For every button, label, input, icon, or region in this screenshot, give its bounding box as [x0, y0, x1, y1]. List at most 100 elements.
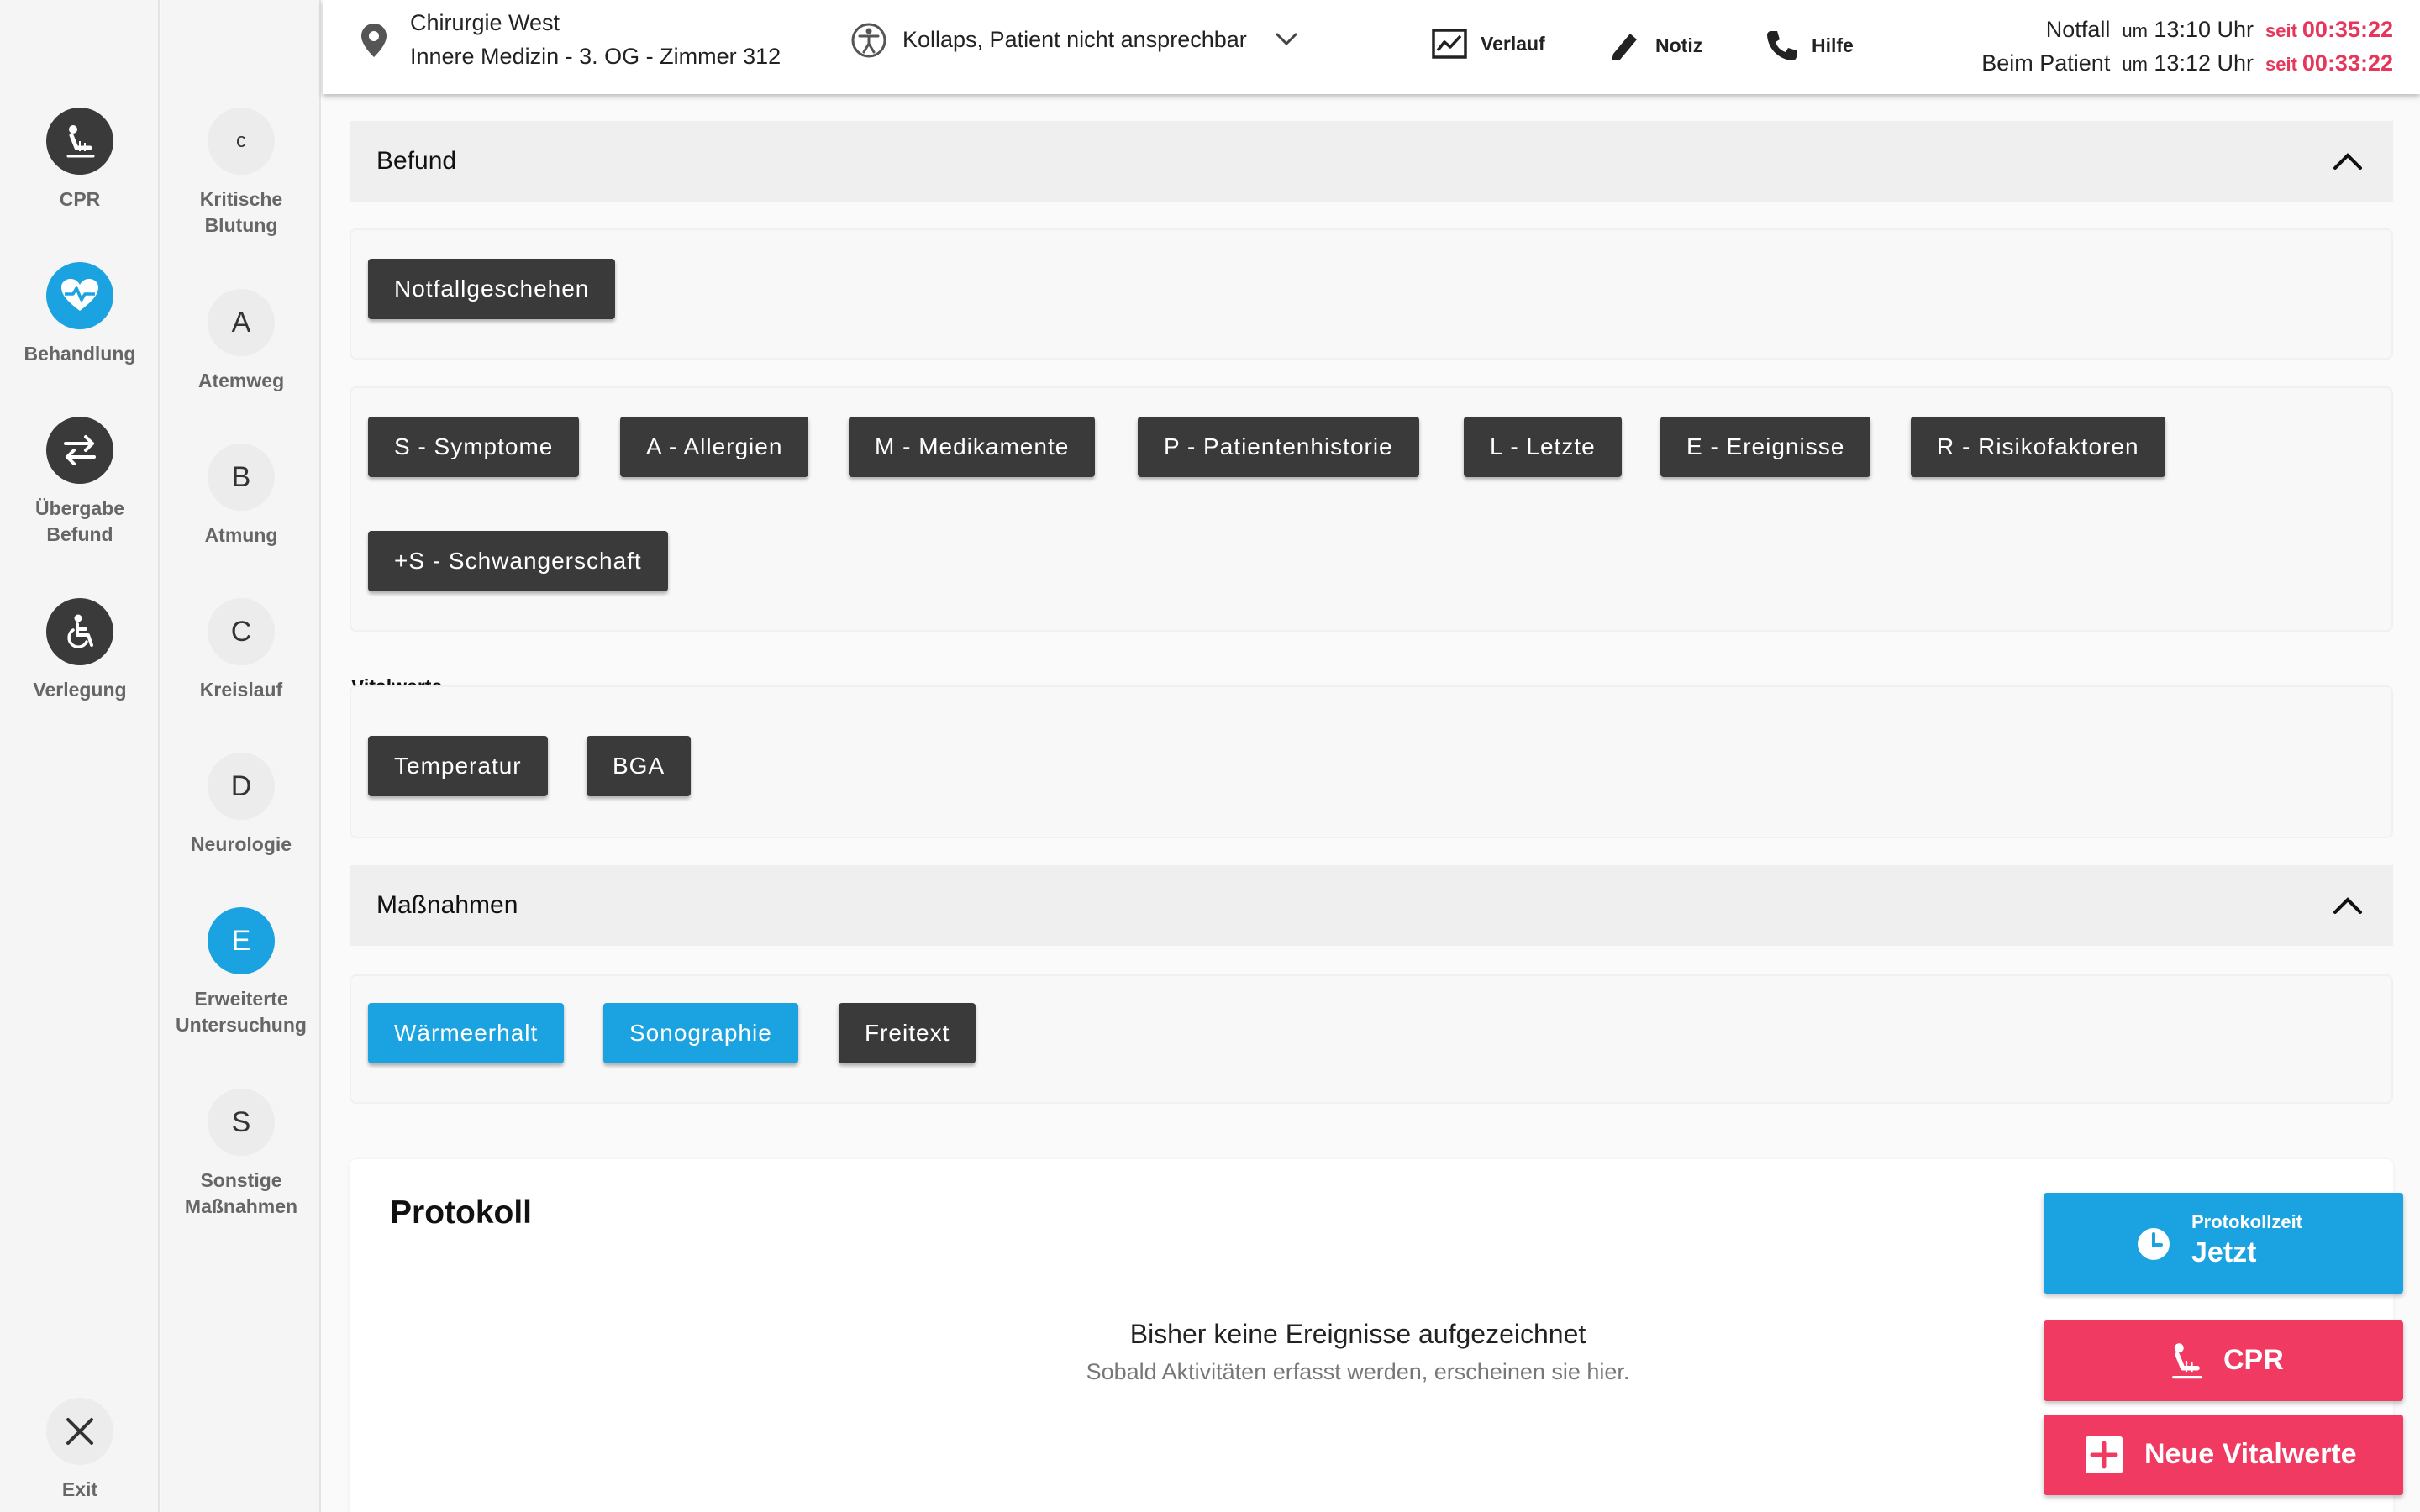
abcde-item-erweiterte-untersuchung[interactable]: E Erweiterte Untersuchung [161, 907, 321, 1038]
sampler-risikofaktoren-button[interactable]: R - Risikofaktoren [1911, 417, 2165, 477]
notfall-label: Notfall [2045, 17, 2111, 42]
wheelchair-icon [67, 614, 93, 648]
sampler-patientenhistorie-button[interactable]: P - Patientenhistorie [1138, 417, 1419, 477]
protokollzeit-button[interactable]: Protokollzeit Jetzt [2044, 1193, 2403, 1294]
bga-button[interactable]: BGA [587, 736, 692, 796]
verlauf-button[interactable]: Verlauf [1432, 29, 1545, 59]
verlauf-label: Verlauf [1481, 32, 1545, 55]
abcde-letter: B [208, 444, 275, 511]
notfall-um: um [2122, 20, 2148, 41]
hilfe-label: Hilfe [1812, 34, 1854, 56]
waermeerhalt-button[interactable]: Wärmeerhalt [368, 1003, 565, 1063]
abcde-label: Kreislauf [199, 679, 283, 701]
rail-item-label: Übergabe Befund [34, 497, 125, 545]
cpr-start-label: CPR [2223, 1344, 2284, 1376]
abcde-item-atmung[interactable]: B Atmung [161, 444, 321, 549]
abcde-item-sonstige-massnahmen[interactable]: S Sonstige Maßnahmen [161, 1089, 321, 1220]
massnahmen-title: Maßnahmen [376, 891, 518, 919]
chevron-up-icon[interactable] [2333, 894, 2363, 917]
rail-item-label: Verlegung [33, 679, 127, 701]
patient-time: 13:12 Uhr [2154, 50, 2254, 76]
abcde-label: Atemweg [197, 370, 285, 391]
notiz-button[interactable]: Notiz [1608, 29, 1702, 62]
sampler-panel: S - Symptome A - Allergien M - Medikamen… [350, 386, 2393, 632]
protokollzeit-label: Protokollzeit [2191, 1211, 2303, 1232]
abcde-nav: c Kritische Blutung A Atemweg B Atmung C… [161, 0, 321, 1512]
exit-label: Exit [61, 1478, 98, 1500]
notfall-time-row: Notfall um 13:10 Uhr seit 00:35:22 [2046, 17, 2393, 43]
neue-vitalwerte-button[interactable]: Neue Vitalwerte [2044, 1415, 2403, 1495]
abcde-label: Sonstige Maßnahmen [184, 1169, 298, 1217]
abcde-label: Neurologie [190, 833, 292, 855]
rail-item-verlegung[interactable]: Verlegung [0, 598, 160, 703]
chevron-up-icon[interactable] [2333, 150, 2363, 173]
case-description[interactable]: Kollaps, Patient nicht ansprechbar [902, 27, 1247, 53]
chevron-down-icon[interactable] [1274, 27, 1299, 52]
pencil-icon [1612, 34, 1637, 60]
notfallgeschehen-panel: Notfallgeschehen [350, 228, 2393, 360]
notfall-duration: 00:35:22 [2302, 17, 2393, 42]
rail-item-cpr[interactable]: CPR [0, 108, 160, 213]
sonographie-button[interactable]: Sonographie [603, 1003, 798, 1063]
abcde-item-kreislauf[interactable]: C Kreislauf [161, 598, 321, 703]
clock-icon [2138, 1228, 2170, 1260]
heart-pulse-icon [61, 279, 98, 311]
protokollzeit-value: Jetzt [2191, 1236, 2257, 1268]
befund-section-header[interactable]: Befund [350, 121, 2393, 202]
notiz-label: Notiz [1655, 34, 1703, 56]
freitext-button[interactable]: Freitext [839, 1003, 976, 1063]
abcde-letter: E [208, 907, 275, 974]
close-icon [66, 1418, 93, 1445]
massnahmen-section-header[interactable]: Maßnahmen [350, 865, 2393, 946]
sampler-medikamente-button[interactable]: M - Medikamente [849, 417, 1096, 477]
notfallgeschehen-button[interactable]: Notfallgeschehen [368, 259, 616, 319]
abcde-letter: A [208, 289, 275, 356]
vitalwerte-panel: Temperatur BGA [350, 685, 2393, 838]
swap-arrows-icon [64, 435, 96, 465]
sampler-letzte-button[interactable]: L - Letzte [1464, 417, 1622, 477]
notfall-seit: seit [2265, 20, 2297, 41]
abcde-letter: D [208, 753, 275, 820]
patient-duration: 00:33:22 [2302, 50, 2393, 76]
rail-item-label: Behandlung [24, 343, 136, 365]
location-pin-icon [361, 24, 387, 57]
top-bar: Chirurgie West Innere Medizin - 3. OG - … [323, 0, 2420, 94]
sampler-schwangerschaft-button[interactable]: +S - Schwangerschaft [368, 531, 668, 591]
rail-item-uebergabe[interactable]: Übergabe Befund [0, 417, 160, 548]
plus-box-icon [2086, 1436, 2123, 1473]
abcde-letter: C [208, 598, 275, 665]
befund-title: Befund [376, 147, 457, 175]
cpr-icon [2172, 1343, 2203, 1379]
abcde-item-neurologie[interactable]: D Neurologie [161, 753, 321, 858]
exit-button[interactable]: Exit [0, 1398, 160, 1503]
patient-seit: seit [2265, 54, 2297, 75]
body-figure-icon [851, 23, 886, 58]
abcde-item-atemweg[interactable]: A Atemweg [161, 289, 321, 394]
cpr-icon [66, 125, 95, 158]
cpr-start-button[interactable]: CPR [2044, 1320, 2403, 1401]
sampler-symptome-button[interactable]: S - Symptome [368, 417, 580, 477]
neue-vitalwerte-label: Neue Vitalwerte [2144, 1438, 2357, 1470]
temperatur-button[interactable]: Temperatur [368, 736, 548, 796]
rail-item-label: CPR [59, 188, 101, 210]
patient-um: um [2122, 54, 2148, 75]
abcde-label: Erweiterte Untersuchung [176, 988, 307, 1036]
abcde-letter: S [208, 1089, 275, 1156]
location-department: Chirurgie West [410, 10, 560, 35]
chart-line-icon [1432, 29, 1467, 59]
abcde-item-kritische-blutung[interactable]: c Kritische Blutung [161, 108, 321, 239]
hilfe-button[interactable]: Hilfe [1765, 29, 1854, 62]
sampler-allergien-button[interactable]: A - Allergien [620, 417, 809, 477]
massnahmen-panel: Wärmeerhalt Sonographie Freitext [350, 974, 2393, 1104]
location-room: Innere Medizin - 3. OG - Zimmer 312 [410, 44, 781, 69]
abcde-label: Kritische Blutung [199, 188, 283, 236]
patient-label: Beim Patient [1981, 50, 2111, 76]
sampler-ereignisse-button[interactable]: E - Ereignisse [1660, 417, 1871, 477]
rail-item-behandlung[interactable]: Behandlung [0, 262, 160, 367]
phone-icon [1767, 31, 1797, 60]
notfall-time: 13:10 Uhr [2154, 17, 2254, 42]
protokoll-title: Protokoll [390, 1194, 533, 1231]
main-nav-rail: CPR Behandlung Übergabe Befund Verlegung… [0, 0, 160, 1512]
abcde-letter: c [208, 108, 275, 175]
abcde-label: Atmung [204, 524, 278, 546]
